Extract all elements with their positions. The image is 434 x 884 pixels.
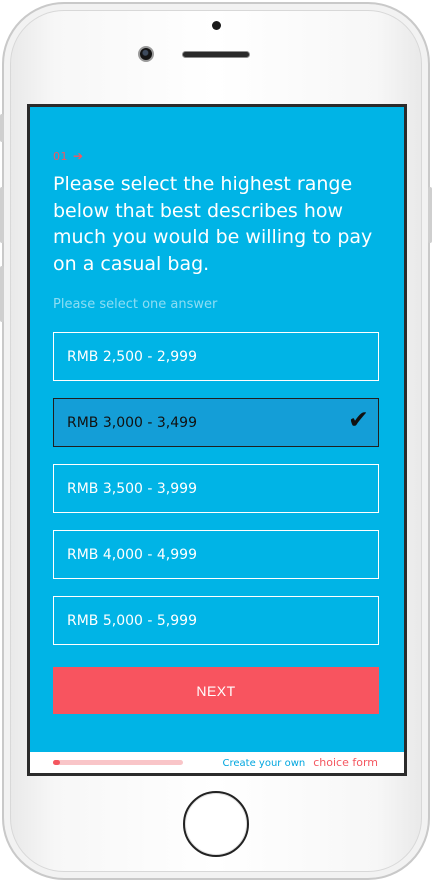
- progress-fill: [53, 760, 60, 765]
- survey-screen: 01 ➔ Please select the highest range belo…: [30, 107, 404, 752]
- footer-text-choice-form: choice form: [313, 756, 378, 769]
- answer-hint: Please select one answer: [53, 297, 218, 312]
- question-text: Please select the highest range below th…: [53, 173, 373, 275]
- answer-option-2[interactable]: RMB 3,000 - 3,499 ✔: [53, 398, 379, 447]
- question-number-label: 01: [53, 150, 68, 163]
- arrow-right-icon: ➔: [73, 149, 84, 163]
- volume-down-button: [0, 266, 4, 322]
- camera-lens-icon: [138, 46, 154, 62]
- footer-text-create: Create your own: [222, 758, 306, 769]
- volume-up-button: [0, 187, 4, 243]
- answer-option-label: RMB 2,500 - 2,999: [67, 348, 197, 365]
- next-button[interactable]: NEXT: [53, 667, 379, 714]
- front-camera-icon: [212, 21, 221, 30]
- answer-option-label: RMB 3,000 - 3,499: [67, 414, 197, 431]
- survey-footer: Create your own choice form: [30, 752, 404, 773]
- answer-option-4[interactable]: RMB 4,000 - 4,999: [53, 530, 379, 579]
- question-number: 01 ➔: [53, 149, 84, 163]
- answer-option-label: RMB 5,000 - 5,999: [67, 612, 197, 629]
- phone-screen: 01 ➔ Please select the highest range belo…: [27, 104, 407, 776]
- checkmark-icon: ✔: [348, 405, 369, 434]
- progress-bar: [53, 760, 183, 765]
- earpiece-speaker: [182, 51, 250, 58]
- answer-option-5[interactable]: RMB 5,000 - 5,999: [53, 596, 379, 645]
- footer-branding[interactable]: Create your own choice form: [223, 756, 378, 769]
- power-button: [428, 187, 432, 243]
- home-button[interactable]: [183, 791, 249, 857]
- answer-option-label: RMB 4,000 - 4,999: [67, 546, 197, 563]
- answer-option-label: RMB 3,500 - 3,999: [67, 480, 197, 497]
- answer-option-1[interactable]: RMB 2,500 - 2,999: [53, 332, 379, 381]
- answer-option-3[interactable]: RMB 3,500 - 3,999: [53, 464, 379, 513]
- mute-switch: [0, 114, 4, 142]
